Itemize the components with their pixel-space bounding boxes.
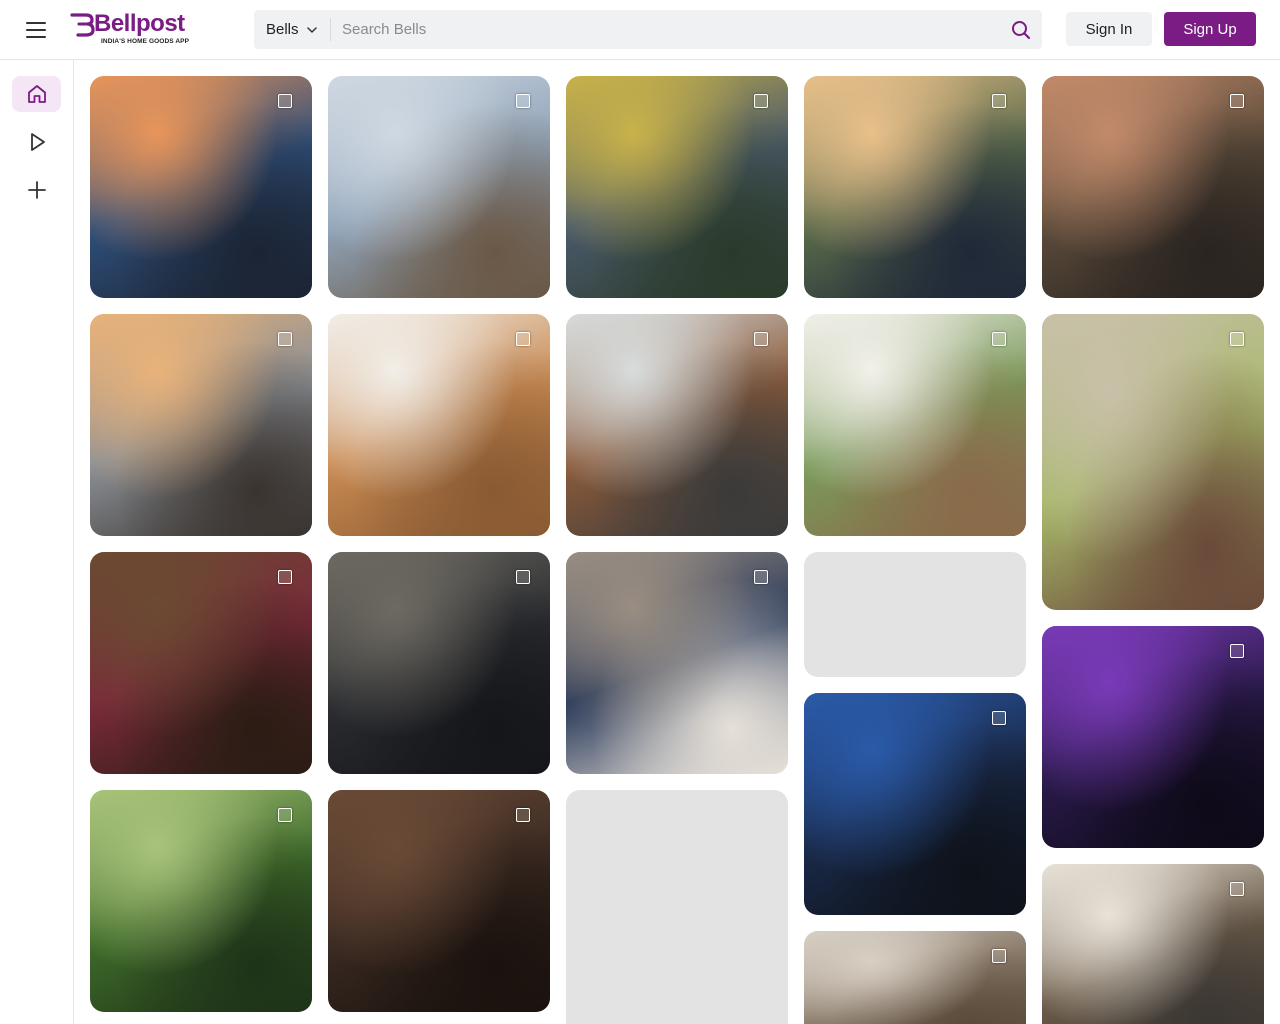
feed-grid xyxy=(90,76,1280,1024)
feed-card[interactable] xyxy=(1042,314,1264,610)
feed-card[interactable] xyxy=(1042,76,1264,298)
feed-image xyxy=(804,314,1026,536)
feed-image xyxy=(1042,626,1264,848)
feed-card[interactable] xyxy=(804,76,1026,298)
left-sidebar xyxy=(0,60,74,1024)
feed-card[interactable] xyxy=(566,552,788,774)
save-checkbox-icon[interactable] xyxy=(278,570,292,584)
feed-image xyxy=(566,314,788,536)
feed-card[interactable] xyxy=(90,314,312,536)
feed-image xyxy=(328,76,550,298)
feed-image xyxy=(566,552,788,774)
save-checkbox-icon[interactable] xyxy=(516,570,530,584)
search-category-select[interactable]: Bells xyxy=(254,10,330,49)
feed-card-loading xyxy=(566,790,788,1024)
search-input[interactable] xyxy=(342,10,992,49)
brand-tagline: INDIA'S HOME GOODS APP xyxy=(101,38,190,45)
feed-card[interactable] xyxy=(804,314,1026,536)
save-checkbox-icon[interactable] xyxy=(754,570,768,584)
save-checkbox-icon[interactable] xyxy=(1230,644,1244,658)
feed-image xyxy=(1042,314,1264,610)
feed-image xyxy=(804,76,1026,298)
feed-image xyxy=(804,693,1026,915)
save-checkbox-icon[interactable] xyxy=(992,332,1006,346)
feed-card[interactable] xyxy=(1042,626,1264,848)
feed-image xyxy=(328,790,550,1012)
hamburger-menu-icon[interactable] xyxy=(22,18,50,42)
feed-image xyxy=(90,790,312,1012)
sign-up-button[interactable]: Sign Up xyxy=(1164,12,1256,46)
feed-card[interactable] xyxy=(90,790,312,1012)
save-checkbox-icon[interactable] xyxy=(992,711,1006,725)
home-icon xyxy=(27,85,46,103)
play-icon xyxy=(30,133,45,151)
search-icon[interactable] xyxy=(1010,19,1032,41)
feed-image xyxy=(328,552,550,774)
save-checkbox-icon[interactable] xyxy=(278,332,292,346)
top-header: Bellpost INDIA'S HOME GOODS APP Bells Si… xyxy=(0,0,1280,60)
chevron-down-icon xyxy=(306,26,317,33)
feed-image xyxy=(1042,76,1264,298)
bellpost-logo-icon xyxy=(70,13,95,37)
save-checkbox-icon[interactable] xyxy=(278,808,292,822)
feed-card[interactable] xyxy=(90,552,312,774)
search-divider xyxy=(330,18,331,41)
save-checkbox-icon[interactable] xyxy=(516,94,530,108)
plus-icon xyxy=(27,181,46,199)
save-checkbox-icon[interactable] xyxy=(754,332,768,346)
feed-card[interactable] xyxy=(804,693,1026,915)
brand-name: Bellpost xyxy=(94,10,185,37)
feed-image xyxy=(804,931,1026,1024)
save-checkbox-icon[interactable] xyxy=(516,808,530,822)
feed-card[interactable] xyxy=(328,76,550,298)
sidebar-item-home[interactable] xyxy=(12,76,61,112)
save-checkbox-icon[interactable] xyxy=(754,94,768,108)
feed-card[interactable] xyxy=(1042,864,1264,1024)
save-checkbox-icon[interactable] xyxy=(1230,882,1244,896)
feed-card[interactable] xyxy=(328,790,550,1012)
feed-image xyxy=(90,314,312,536)
sign-in-button[interactable]: Sign In xyxy=(1066,12,1152,46)
feed-card-loading xyxy=(804,552,1026,677)
save-checkbox-icon[interactable] xyxy=(992,949,1006,963)
feed-image xyxy=(90,76,312,298)
feed-card[interactable] xyxy=(804,931,1026,1024)
feed-image xyxy=(566,76,788,298)
feed-image xyxy=(90,552,312,774)
feed-card[interactable] xyxy=(328,314,550,536)
save-checkbox-icon[interactable] xyxy=(1230,94,1244,108)
save-checkbox-icon[interactable] xyxy=(992,94,1006,108)
feed-card[interactable] xyxy=(566,314,788,536)
sidebar-item-create[interactable] xyxy=(12,172,61,208)
sidebar-item-play[interactable] xyxy=(12,124,61,160)
feed-card[interactable] xyxy=(90,76,312,298)
search-category-label: Bells xyxy=(266,21,299,38)
search-bar: Bells xyxy=(254,10,1042,49)
save-checkbox-icon[interactable] xyxy=(1230,332,1244,346)
feed-card[interactable] xyxy=(566,76,788,298)
save-checkbox-icon[interactable] xyxy=(516,332,530,346)
feed-card[interactable] xyxy=(328,552,550,774)
brand-logo[interactable]: Bellpost INDIA'S HOME GOODS APP xyxy=(70,10,210,50)
feed-image xyxy=(328,314,550,536)
save-checkbox-icon[interactable] xyxy=(278,94,292,108)
